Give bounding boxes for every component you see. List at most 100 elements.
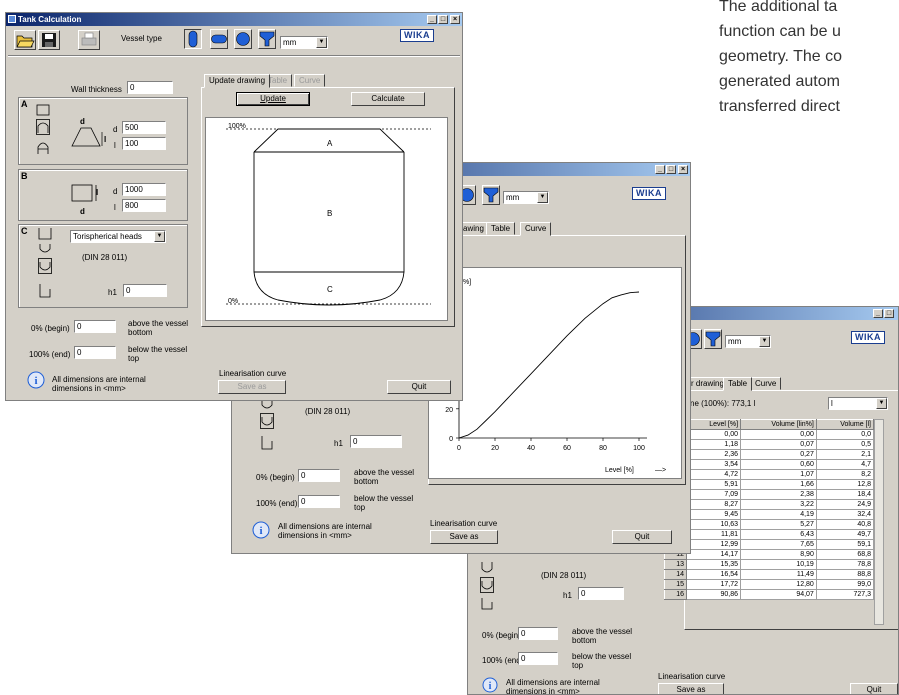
cone-dimension-diagram <box>68 118 104 152</box>
bottom-head-selected-icon[interactable] <box>38 258 52 276</box>
table-row[interactable]: 10,63 5,27 40,8 <box>664 519 875 530</box>
update-button[interactable]: Update <box>236 92 310 106</box>
head-type-select[interactable]: Torispherical heads ▼ <box>70 230 166 243</box>
unit-select[interactable]: mm ▼ <box>725 335 771 348</box>
vessel-type-funnel-icon[interactable] <box>704 329 722 349</box>
table-row[interactable]: 3,54 0,60 4,7 <box>664 459 875 470</box>
table-row[interactable]: 16 90,86 94,07 727,3 <box>664 589 875 600</box>
chevron-down-icon: ▼ <box>537 192 548 203</box>
table-row[interactable]: 9,45 4,19 32,4 <box>664 509 875 520</box>
svg-text:i: i <box>34 375 37 387</box>
table-row[interactable]: 2,36 0,27 2,1 <box>664 449 875 460</box>
save-as-button[interactable]: Save as <box>430 530 498 544</box>
h1-input[interactable]: 0 <box>123 284 167 297</box>
volume-lin-cell: 8,90 <box>740 549 817 560</box>
linearisation-label: Linearisation curve <box>430 519 498 528</box>
table-row[interactable]: 4,72 1,07 8,2 <box>664 469 875 480</box>
table-row[interactable]: 11,81 6,43 49,7 <box>664 529 875 540</box>
title-bar: Tank Calculation <box>6 13 462 26</box>
quit-button[interactable]: Quit <box>850 683 898 694</box>
save-as-button[interactable]: Save as <box>218 380 286 394</box>
end-desc: top <box>354 503 366 512</box>
begin-input[interactable]: 0 <box>74 320 116 333</box>
table-row[interactable]: 1112,997,6559,1 <box>664 539 875 550</box>
b-d-input[interactable]: 1000 <box>122 183 166 196</box>
volume-lin-cell: 6,43 <box>740 529 817 540</box>
maximize-button[interactable]: □ <box>666 165 676 174</box>
table-row[interactable]: 1,18 0,07 0,5 <box>664 439 875 450</box>
table-row[interactable]: 15 17,72 12,80 99,0 <box>664 579 875 590</box>
tab-curve[interactable]: Curve <box>294 74 326 87</box>
end-input[interactable]: 0 <box>74 346 116 359</box>
volume-unit-select[interactable]: l ▼ <box>828 397 888 410</box>
save-button[interactable] <box>38 30 60 50</box>
a-l-input[interactable]: 100 <box>122 137 166 150</box>
level-cell: 12,99 <box>685 539 742 550</box>
h1-input[interactable]: 0 <box>350 435 402 448</box>
level-cell: 1,18 <box>685 439 742 450</box>
printer-icon <box>81 32 97 46</box>
begin-input[interactable]: 0 <box>518 627 558 640</box>
tab-curve[interactable]: Curve <box>520 222 552 236</box>
info-text: dimensions in <mm> <box>506 687 580 695</box>
table-row[interactable]: 8,27 3,22 24,9 <box>664 499 875 510</box>
x-tick-label: 80 <box>599 445 607 452</box>
unit-select[interactable]: mm ▼ <box>280 36 328 49</box>
table-scrollbar[interactable] <box>874 419 884 625</box>
vessel-type-horizontal-cylinder-icon[interactable] <box>210 29 228 49</box>
vessel-type-sphere-icon[interactable] <box>234 29 252 49</box>
bottom-head-sloped-icon[interactable] <box>38 283 52 301</box>
chevron-down-icon: ▼ <box>154 231 165 242</box>
b-l-input[interactable]: 800 <box>122 199 166 212</box>
table-row[interactable]: 5,91 1,66 12,8 <box>664 479 875 490</box>
tab-curve[interactable]: Curve <box>750 377 782 390</box>
svg-text:i: i <box>489 681 492 692</box>
calculate-button[interactable]: Calculate <box>351 92 425 106</box>
table-row[interactable]: 12 14,17 8,90 68,8 <box>664 549 875 560</box>
maximize-button[interactable]: □ <box>884 309 894 318</box>
unit-select[interactable]: mm ▼ <box>503 191 549 204</box>
tab-table[interactable]: Table <box>723 377 753 391</box>
begin-input[interactable]: 0 <box>298 469 340 482</box>
vessel-type-funnel-icon[interactable] <box>482 185 500 205</box>
h1-input[interactable]: 0 <box>578 587 624 600</box>
save-as-button[interactable]: Save as <box>658 683 724 694</box>
open-button[interactable] <box>14 30 36 50</box>
bottom-head-flat-icon[interactable] <box>38 227 52 243</box>
volume-lin-cell: 11,49 <box>740 569 817 580</box>
table-row[interactable]: 7,09 2,38 18,4 <box>664 489 875 500</box>
maximize-button[interactable]: □ <box>438 15 448 24</box>
top-head-flat-icon[interactable] <box>36 103 50 119</box>
table-row[interactable]: 14 16,54 11,49 88,8 <box>664 569 875 580</box>
level-cell: 9,45 <box>685 509 742 520</box>
vessel-type-funnel-icon[interactable] <box>258 29 276 49</box>
top-head-dished-icon[interactable] <box>36 119 50 137</box>
volume-l-cell: 78,8 <box>815 559 875 570</box>
volume-table: Level [%] Volume [lin%] Volume [l] 0,00 0… <box>664 419 875 600</box>
bottom-head-dished-icon[interactable] <box>38 243 52 259</box>
print-button[interactable] <box>78 30 100 50</box>
end-input[interactable]: 0 <box>518 652 558 665</box>
level-cell: 11,81 <box>685 529 742 540</box>
end-input[interactable]: 0 <box>298 495 340 508</box>
vessel-type-vertical-cylinder-icon[interactable] <box>184 29 202 49</box>
tab-update-drawing[interactable]: Update drawing <box>204 74 271 88</box>
begin-desc: above the vessel <box>572 627 633 636</box>
volume-lin-cell: 5,27 <box>740 519 817 530</box>
quit-button[interactable]: Quit <box>612 530 672 544</box>
folder-open-icon <box>16 35 35 48</box>
close-button[interactable]: × <box>678 165 688 174</box>
begin-label: 0% (begin) <box>31 324 70 333</box>
close-button[interactable]: × <box>450 15 460 24</box>
minimize-button[interactable]: _ <box>655 165 665 174</box>
x-tick-label: 100 <box>633 445 645 452</box>
table-row[interactable]: 13 15,35 10,19 78,8 <box>664 559 875 570</box>
quit-button[interactable]: Quit <box>387 380 451 394</box>
tab-table[interactable]: Table <box>486 222 516 235</box>
wall-thickness-input[interactable]: 0 <box>127 81 173 94</box>
a-d-input[interactable]: 500 <box>122 121 166 134</box>
minimize-button[interactable]: _ <box>427 15 437 24</box>
minimize-button[interactable]: _ <box>873 309 883 318</box>
table-row[interactable]: 0,00 0,00 0,0 <box>664 429 875 440</box>
top-head-hemisphere-icon[interactable] <box>36 139 50 157</box>
